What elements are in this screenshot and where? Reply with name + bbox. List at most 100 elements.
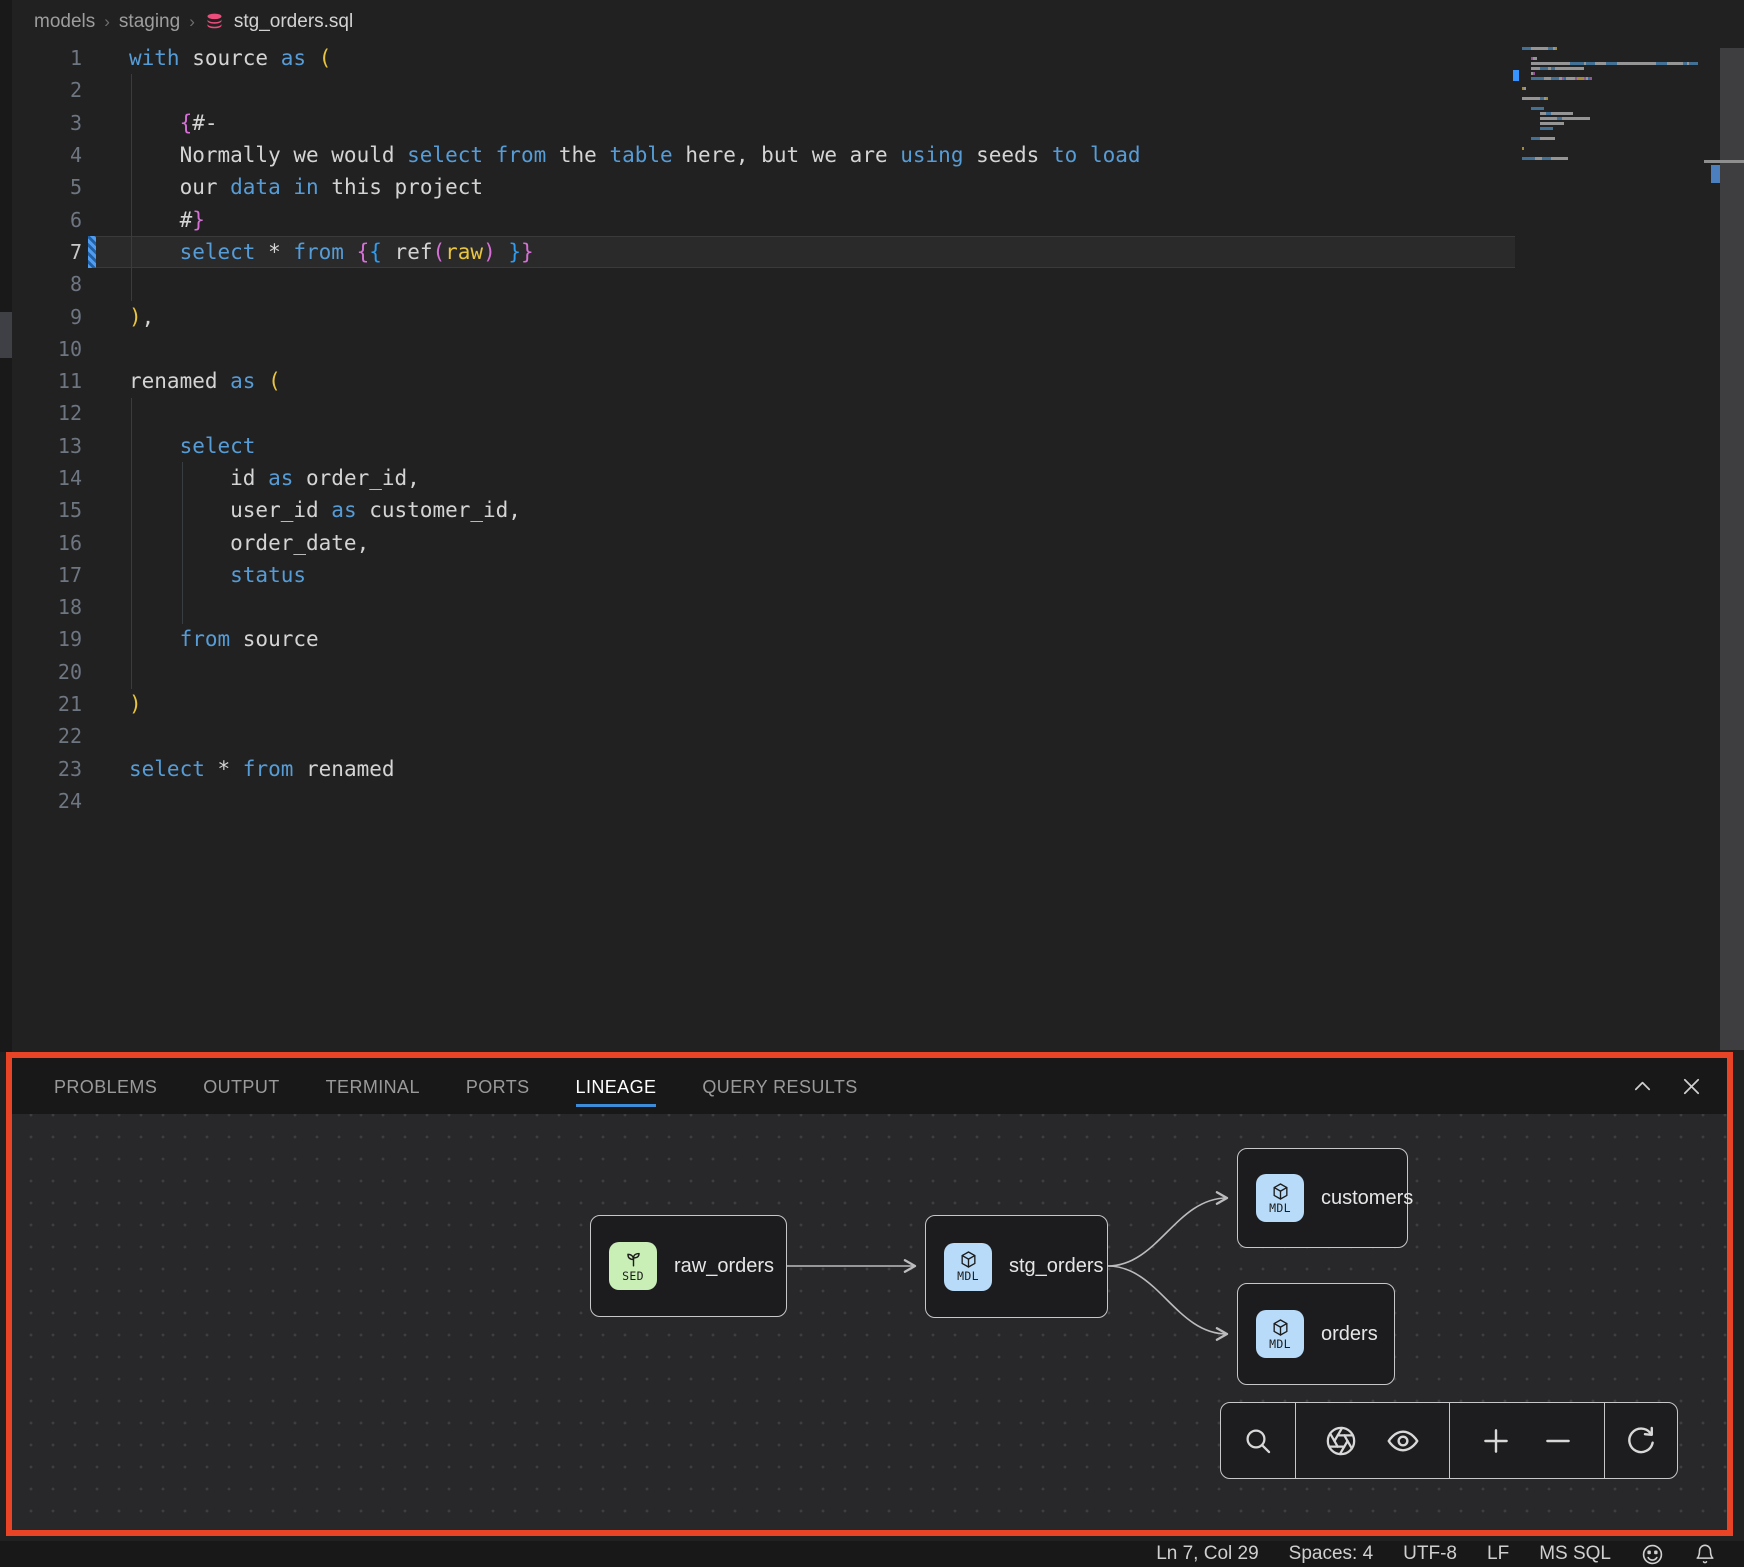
search-icon[interactable] — [1242, 1425, 1274, 1457]
breadcrumb-file[interactable]: stg_orders.sql — [234, 11, 353, 33]
breadcrumb: models › staging › stg_orders.sql — [12, 0, 1744, 44]
line-number: 4 — [12, 143, 82, 167]
code-line[interactable]: 4Normally we would select from the table… — [12, 139, 1744, 171]
code-line[interactable]: 21) — [12, 688, 1744, 720]
code-line[interactable]: 7select * from {{ ref(raw) }} — [12, 236, 1744, 268]
code-line[interactable]: 1with source as ( — [12, 42, 1744, 74]
code-text: order_date, — [129, 531, 369, 555]
code-line[interactable]: 12 — [12, 397, 1744, 429]
gutter-spacer — [88, 74, 96, 106]
lineage-toolbar — [1220, 1402, 1678, 1479]
code-line[interactable]: 14id as order_id, — [12, 462, 1744, 494]
modified-line-gutter-marker — [88, 236, 96, 268]
gutter-spacer — [88, 591, 96, 623]
panel-tab-problems[interactable]: PROBLEMS — [54, 1060, 157, 1113]
refresh-icon[interactable] — [1624, 1424, 1658, 1458]
panel-tab-output[interactable]: OUTPUT — [203, 1060, 279, 1113]
line-number: 19 — [12, 627, 82, 651]
cube-badge-icon: MDL — [1256, 1310, 1304, 1358]
line-number: 10 — [12, 337, 82, 361]
aperture-icon[interactable] — [1324, 1424, 1358, 1458]
status-item-utf-8[interactable]: UTF-8 — [1403, 1543, 1457, 1565]
chevron-up-icon[interactable] — [1631, 1075, 1654, 1098]
code-editor[interactable]: 1with source as ( 2 3{#-4Normally we would… — [12, 42, 1744, 817]
code-line[interactable]: 18 — [12, 591, 1744, 623]
gutter-spacer — [88, 462, 96, 494]
line-number: 18 — [12, 595, 82, 619]
gutter-spacer — [88, 397, 96, 429]
panel-tab-query-results[interactable]: QUERY RESULTS — [702, 1060, 857, 1113]
zoom-out-icon[interactable] — [1541, 1424, 1575, 1458]
code-line[interactable]: 6#} — [12, 203, 1744, 235]
code-line[interactable]: 15user_id as customer_id, — [12, 494, 1744, 526]
code-line[interactable]: 13select — [12, 430, 1744, 462]
minimap-modified-marker — [1513, 70, 1519, 81]
status-item-lf[interactable]: LF — [1487, 1543, 1509, 1565]
line-number: 8 — [12, 272, 82, 296]
panel-tab-lineage[interactable]: LINEAGE — [576, 1060, 657, 1113]
zoom-in-icon[interactable] — [1479, 1424, 1513, 1458]
code-line[interactable]: 23select * from renamed — [12, 753, 1744, 785]
code-line[interactable]: 17status — [12, 559, 1744, 591]
panel-tab-terminal[interactable]: TERMINAL — [326, 1060, 420, 1113]
line-number: 5 — [12, 175, 82, 199]
gutter-spacer — [88, 139, 96, 171]
code-line[interactable]: 16order_date, — [12, 526, 1744, 558]
feedback-smiley-icon[interactable] — [1641, 1543, 1664, 1566]
code-line[interactable]: 8 — [12, 268, 1744, 300]
line-number: 15 — [12, 498, 82, 522]
line-number: 14 — [12, 466, 82, 490]
bell-icon[interactable] — [1694, 1543, 1716, 1565]
gutter-spacer — [88, 656, 96, 688]
code-text: renamed as ( — [129, 369, 281, 393]
line-number: 20 — [12, 660, 82, 684]
line-number: 11 — [12, 369, 82, 393]
gutter-spacer — [88, 171, 96, 203]
gutter-spacer — [88, 430, 96, 462]
code-text: ), — [129, 305, 154, 329]
code-line[interactable]: 24 — [12, 785, 1744, 817]
overview-ruler-modified-marker — [1711, 165, 1720, 183]
lineage-node-stg_orders[interactable]: MDLstg_orders — [925, 1215, 1108, 1318]
code-line[interactable]: 10 — [12, 333, 1744, 365]
panel-tab-ports[interactable]: PORTS — [466, 1060, 530, 1113]
breadcrumb-segment[interactable]: staging — [119, 11, 180, 33]
cube-badge-icon: MDL — [944, 1243, 992, 1291]
status-item-ln-7-col-29[interactable]: Ln 7, Col 29 — [1156, 1543, 1258, 1565]
seedling-badge-icon: SED — [609, 1242, 657, 1290]
code-line[interactable]: 9), — [12, 300, 1744, 332]
breadcrumb-separator-icon: › — [104, 12, 110, 32]
line-number: 2 — [12, 78, 82, 102]
lineage-node-orders[interactable]: MDLorders — [1237, 1283, 1395, 1385]
gutter-spacer — [88, 333, 96, 365]
minimap[interactable] — [1522, 46, 1718, 172]
node-label: raw_orders — [674, 1255, 774, 1278]
lineage-node-customers[interactable]: MDLcustomers — [1237, 1148, 1408, 1248]
eye-icon[interactable] — [1385, 1423, 1421, 1459]
code-text: ) — [129, 692, 142, 716]
code-text: select * from renamed — [129, 757, 395, 781]
code-line[interactable]: 11 renamed as ( — [12, 365, 1744, 397]
code-text: with source as ( — [129, 46, 331, 70]
gutter-spacer — [88, 623, 96, 655]
code-line[interactable]: 2 — [12, 74, 1744, 106]
lineage-node-raw_orders[interactable]: SED raw_orders — [590, 1215, 787, 1317]
code-line[interactable]: 5our data in this project — [12, 171, 1744, 203]
code-text: select * from {{ ref(raw) }} — [129, 240, 534, 264]
gutter-spacer — [88, 753, 96, 785]
code-text: status — [129, 563, 306, 587]
breadcrumb-separator-icon: › — [189, 12, 195, 32]
code-line[interactable]: 20 — [12, 656, 1744, 688]
code-line[interactable]: 3{#- — [12, 107, 1744, 139]
status-item-spaces-4[interactable]: Spaces: 4 — [1289, 1543, 1374, 1565]
close-icon[interactable] — [1680, 1075, 1703, 1098]
gutter-spacer — [88, 526, 96, 558]
breadcrumb-segment[interactable]: models — [34, 11, 95, 33]
editor-scrollbar[interactable] — [1720, 48, 1744, 1050]
status-item-ms-sql[interactable]: MS SQL — [1539, 1543, 1611, 1565]
code-text: {#- — [129, 111, 218, 135]
gutter-spacer — [88, 300, 96, 332]
code-line[interactable]: 22 — [12, 720, 1744, 752]
code-line[interactable]: 19from source — [12, 623, 1744, 655]
line-number: 13 — [12, 434, 82, 458]
